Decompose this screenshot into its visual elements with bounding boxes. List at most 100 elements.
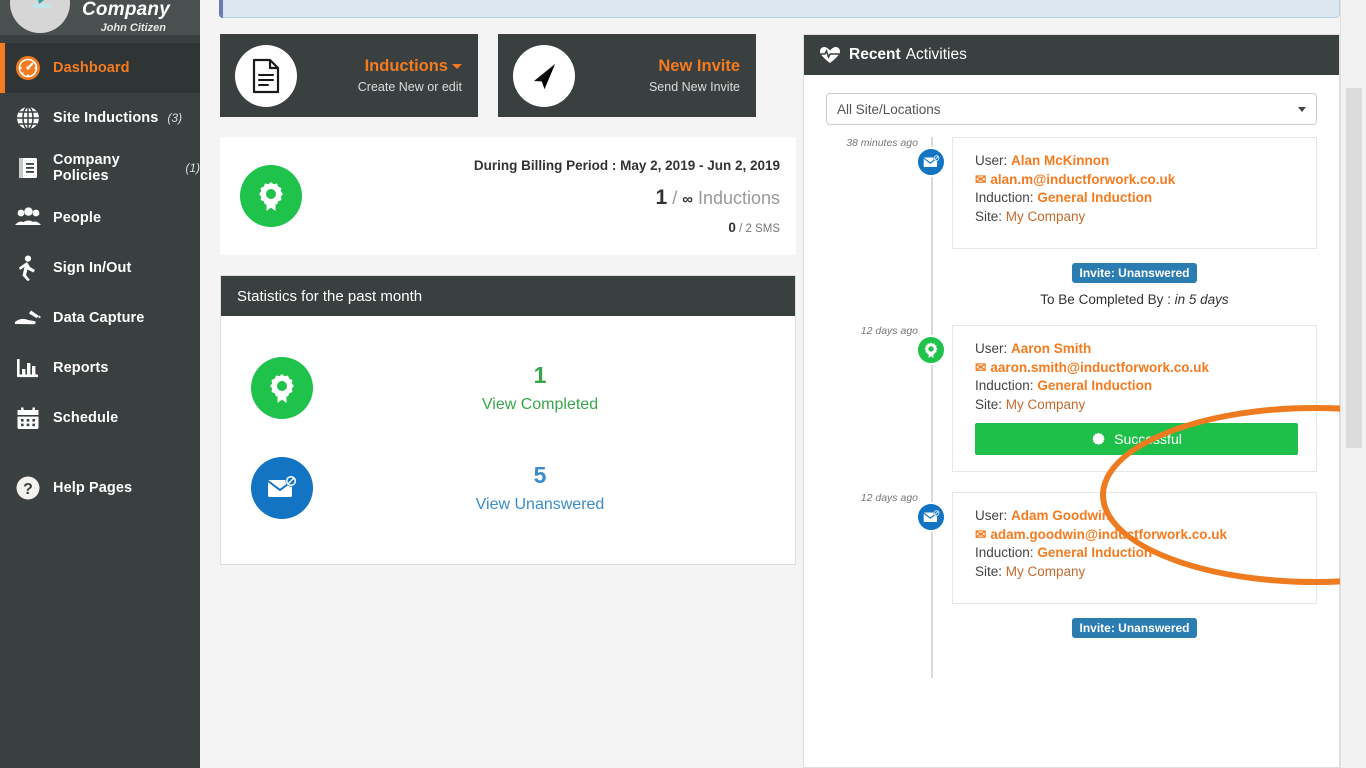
statistics-panel-body: 1 View Completed 5 View Unanswered: [221, 316, 795, 564]
globe-icon: [14, 104, 42, 132]
envelope-icon: ✉: [975, 359, 987, 375]
induction-label: Induction:: [975, 378, 1034, 393]
sidebar-item-data-capture[interactable]: Data Capture: [0, 293, 200, 343]
calendar-icon: [14, 404, 42, 432]
sidebar-item-label: Data Capture: [53, 310, 145, 326]
activity-user[interactable]: Aaron Smith: [1011, 341, 1091, 356]
activity-site[interactable]: My Company: [1006, 564, 1086, 579]
activity-email[interactable]: adam.goodwin@inductforwork.co.uk: [990, 527, 1227, 542]
sidebar-item-label: People: [53, 210, 102, 226]
award-ribbon-icon: [251, 357, 313, 419]
award-ribbon-icon: [916, 335, 946, 365]
stat-row-unanswered: 5 View Unanswered: [221, 438, 795, 538]
inductions-card-title: Inductions: [364, 57, 448, 75]
sidebar-item-sign-in-out[interactable]: Sign In/Out: [0, 243, 200, 293]
sidebar-item-count: (3): [167, 111, 183, 125]
activity-item: 38 minutes ago User: Alan McKinnon ✉ ala…: [826, 137, 1317, 307]
award-ribbon-icon: [240, 165, 302, 227]
paper-plane-icon: [513, 44, 575, 107]
new-invite-card[interactable]: New Invite Send New Invite: [498, 34, 756, 117]
activity-email-line: ✉ adam.goodwin@inductforwork.co.uk: [975, 526, 1298, 545]
view-completed-link[interactable]: View Completed: [313, 396, 767, 414]
sidebar-item-people[interactable]: People: [0, 193, 200, 243]
status-badge: Invite: Unanswered: [1072, 263, 1197, 283]
sms-limit: / 2 SMS: [739, 222, 780, 235]
page-scrollbar-thumb[interactable]: [1346, 88, 1362, 448]
status-badge: Invite: Unanswered: [1072, 618, 1197, 638]
company-name: Company: [82, 0, 170, 20]
mail-blocked-icon: [916, 147, 946, 177]
notification-bar: [219, 0, 1340, 18]
activity-timestamp: 12 days ago: [860, 325, 918, 337]
inductions-limit: ∞: [682, 190, 693, 208]
dashboard-gauge-icon: [14, 54, 42, 82]
activity-site-line: Site: My Company: [975, 563, 1298, 582]
activity-card: User: Adam Goodwin ✉ adam.goodwin@inductf…: [952, 492, 1317, 604]
sidebar-item-label: Sign In/Out: [53, 260, 132, 276]
new-invite-card-subtitle: Send New Invite: [648, 80, 740, 94]
sidebar-item-site-inductions[interactable]: Site Inductions (3): [0, 93, 200, 143]
successful-status-button[interactable]: Successful: [975, 423, 1298, 455]
activity-email[interactable]: alan.m@inductforwork.co.uk: [990, 172, 1175, 187]
activity-user[interactable]: Adam Goodwin: [1011, 508, 1110, 523]
induction-label: Induction:: [975, 545, 1034, 560]
sidebar-item-label: Help Pages: [53, 480, 133, 496]
recent-activities-body: All Site/Locations 38 minutes ago User: …: [804, 75, 1339, 678]
sms-used: 0: [728, 219, 736, 235]
activity-site-line: Site: My Company: [975, 208, 1298, 227]
svg-text:?: ?: [23, 481, 33, 498]
page-scrollbar[interactable]: [1340, 0, 1366, 768]
quick-actions-row: Inductions Create New or edit New Invite…: [220, 34, 796, 117]
completed-count: 1: [533, 362, 547, 388]
envelope-icon: ✉: [975, 171, 987, 187]
inductions-used: 1: [655, 185, 668, 209]
hand-pen-icon: [14, 304, 42, 332]
content-columns: Inductions Create New or edit New Invite…: [200, 22, 1340, 768]
sidebar-item-label: Schedule: [53, 410, 119, 426]
user-label: User:: [975, 341, 1008, 356]
activity-timestamp: 38 minutes ago: [846, 137, 918, 149]
activity-user[interactable]: Alan McKinnon: [1011, 153, 1109, 168]
badge-seal-icon: [1091, 432, 1106, 447]
recent-activities-header: Recent Activities: [804, 35, 1339, 75]
activity-user-line: User: Adam Goodwin: [975, 507, 1298, 526]
recent-activities-title-bold: Recent: [849, 46, 901, 63]
sidebar-item-reports[interactable]: Reports: [0, 343, 200, 393]
activity-induction-line: Induction: General Induction: [975, 544, 1298, 563]
sidebar-item-help-pages[interactable]: ? Help Pages: [0, 463, 200, 513]
site-location-select[interactable]: All Site/Locations: [826, 93, 1317, 125]
view-unanswered-link[interactable]: View Unanswered: [313, 496, 767, 514]
activity-due-line: To Be Completed By : in 5 days: [952, 292, 1317, 307]
people-icon: [14, 204, 42, 232]
sidebar-item-company-policies[interactable]: Company Policies (1): [0, 143, 200, 193]
sidebar-item-label: Reports: [53, 360, 109, 376]
sidebar-item-label: Site Inductions: [53, 110, 159, 126]
inductions-card[interactable]: Inductions Create New or edit: [220, 34, 478, 117]
activity-email-line: ✉ alan.m@inductforwork.co.uk: [975, 171, 1298, 190]
billing-period: During Billing Period : May 2, 2019 - Ju…: [473, 157, 780, 173]
activity-induction[interactable]: General Induction: [1037, 545, 1152, 560]
activity-site[interactable]: My Company: [1006, 209, 1086, 224]
activity-email[interactable]: aaron.smith@inductforwork.co.uk: [990, 360, 1209, 375]
chevron-down-icon[interactable]: [452, 64, 462, 70]
sidebar-nav: Dashboard Site Inductions (3) Company Po…: [0, 43, 200, 513]
walking-person-icon: [14, 254, 42, 282]
statistics-panel-header: Statistics for the past month: [221, 276, 795, 316]
avatar[interactable]: [10, 0, 70, 33]
activity-induction[interactable]: General Induction: [1037, 190, 1152, 205]
sidebar: Company John Citizen Dashboard Site Indu…: [0, 0, 200, 768]
new-invite-card-title: New Invite: [658, 57, 740, 75]
user-avatar-icon: [30, 0, 52, 9]
activity-induction-line: Induction: General Induction: [975, 377, 1298, 396]
statistics-panel: Statistics for the past month 1 View Com…: [220, 275, 796, 565]
right-column: Recent Activities All Site/Locations 38 …: [796, 22, 1340, 768]
inductions-card-subtitle: Create New or edit: [357, 80, 462, 94]
activity-induction[interactable]: General Induction: [1037, 378, 1152, 393]
sidebar-item-dashboard[interactable]: Dashboard: [0, 43, 200, 93]
heartbeat-icon: [820, 46, 840, 64]
sidebar-item-schedule[interactable]: Schedule: [0, 393, 200, 443]
activity-card: User: Alan McKinnon ✉ alan.m@inductforwor…: [952, 137, 1317, 249]
inductions-unit-label: Inductions: [697, 187, 780, 208]
activity-site[interactable]: My Company: [1006, 397, 1086, 412]
billing-card: During Billing Period : May 2, 2019 - Ju…: [220, 137, 796, 255]
